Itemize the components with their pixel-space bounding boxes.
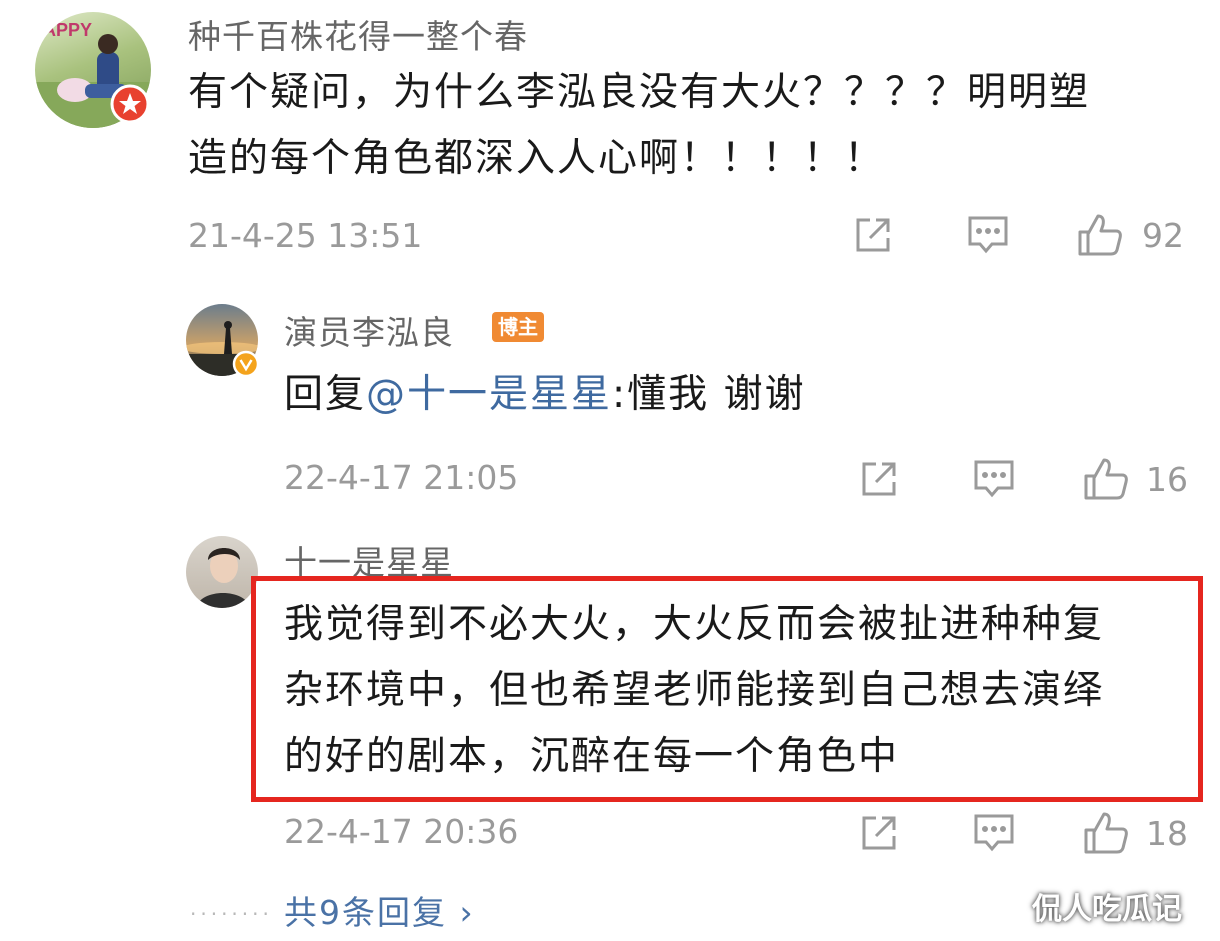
- watermark: 侃人吃瓜记: [1032, 892, 1182, 927]
- share-icon[interactable]: [858, 458, 900, 500]
- share-icon[interactable]: [858, 812, 900, 854]
- divider-dots: ........: [190, 896, 273, 920]
- username[interactable]: 种千百株花得一整个春: [188, 10, 528, 58]
- verified-badge-icon: [232, 350, 260, 378]
- comment-icon[interactable]: [972, 458, 1016, 500]
- comment-text-line: 造的每个角色都深入人心啊！！！！！: [188, 136, 886, 181]
- avatar-text: APPY: [43, 20, 93, 40]
- reply-text-line: 的好的剧本，沉醉在每一个角色中: [284, 734, 900, 779]
- reply-prefix: 回复: [284, 372, 367, 417]
- reply-text-line: 我觉得到不必大火，大火反而会被扯进种种复: [284, 602, 1105, 647]
- reply-body: :懂我 谢谢: [612, 372, 806, 417]
- like-icon[interactable]: [1082, 810, 1130, 856]
- share-icon[interactable]: [852, 214, 894, 256]
- avatar[interactable]: [186, 536, 258, 608]
- like-icon[interactable]: [1076, 212, 1124, 258]
- reply-text: 回复@十一是星星:懂我 谢谢: [284, 362, 806, 428]
- username[interactable]: 演员李泓良: [284, 306, 454, 354]
- comment-text-line: 有个疑问，为什么李泓良没有大火？？？？明明塑: [188, 70, 1091, 115]
- reply-text-line: 杂环境中，但也希望老师能接到自己想去演绎: [284, 668, 1105, 713]
- timestamp: 22-4-17 20:36: [284, 812, 519, 851]
- mention-link[interactable]: @十一是星星: [366, 372, 612, 417]
- like-count: 92: [1142, 216, 1184, 255]
- comment-icon[interactable]: [966, 214, 1010, 256]
- like-count: 16: [1146, 460, 1188, 499]
- like-icon[interactable]: [1082, 456, 1130, 502]
- verified-badge-icon: [110, 84, 150, 124]
- more-replies-link[interactable]: 共9条回复 ›: [284, 886, 475, 934]
- blogger-badge: 博主: [492, 312, 544, 342]
- like-count: 18: [1146, 814, 1188, 853]
- comment-icon[interactable]: [972, 812, 1016, 854]
- timestamp: 22-4-17 21:05: [284, 458, 519, 497]
- timestamp: 21-4-25 13:51: [188, 216, 423, 255]
